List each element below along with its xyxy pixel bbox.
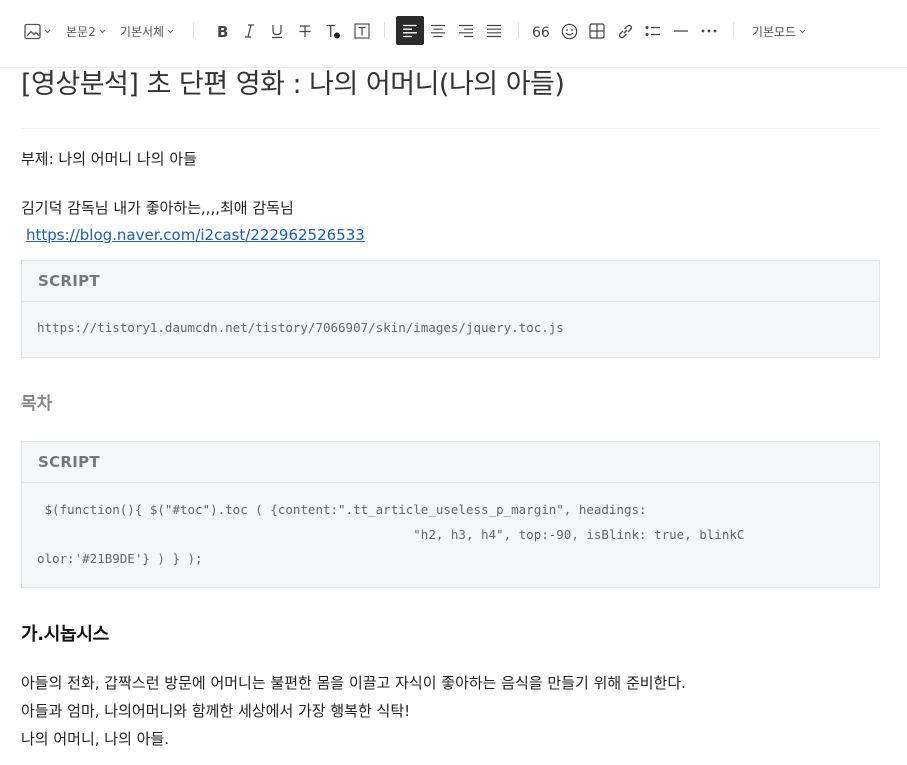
svg-text:66: 66 [532,25,550,38]
chevron-down-icon [99,29,106,33]
synopsis-line[interactable]: 나의 어머니, 나의 아들. [21,728,169,749]
align-left-button[interactable] [396,16,424,45]
italic-button[interactable] [238,17,262,45]
bold-icon: B [217,23,228,39]
toolbar-divider [518,22,519,38]
align-justify-icon [487,24,501,38]
toolbar-divider [384,22,385,38]
more-dots-icon [701,29,717,33]
chevron-down-icon [799,29,806,33]
underline-icon [272,25,282,39]
underline-button[interactable] [265,17,289,45]
script-block-header: SCRIPT [22,442,879,483]
quote-icon: 66 [532,25,550,38]
paragraph-style-dropdown[interactable]: 본문2 [64,17,108,45]
svg-text:B: B [217,23,228,39]
text-color-button[interactable] [321,17,345,45]
synopsis-line[interactable]: 아들과 엄마, 나의어머니와 함께한 세상에서 가장 행복한 식탁! [21,700,410,721]
align-right-icon [459,24,473,38]
horizontal-line-icon [674,30,688,32]
italic-icon [245,24,254,38]
align-center-button[interactable] [426,17,450,45]
align-right-button[interactable] [454,17,478,45]
script-block-code: $(function(){ $("#toc").toc ( {content:"… [22,483,879,572]
table-button[interactable] [585,17,609,45]
script-block-code: https://tistory1.daumcdn.net/tistory/706… [22,302,879,341]
editor-mode-dropdown[interactable]: 기본모드 [750,17,808,45]
paragraph-style-label: 본문2 [66,24,96,39]
more-button[interactable] [697,17,721,45]
intro-paragraph[interactable]: 김기덕 감독님 내가 좋아하는,,,,최애 감독님 [21,197,294,218]
toolbar-divider [193,22,194,38]
script-block-1[interactable]: SCRIPT https://tistory1.daumcdn.net/tist… [21,260,880,358]
strikethrough-button[interactable] [293,17,317,45]
list-button[interactable] [641,17,665,45]
font-label: 기본서체 [119,24,165,39]
emoticon-button[interactable] [557,17,581,45]
chevron-down-icon [167,29,174,33]
text-background-button[interactable] [350,17,374,45]
section-heading: 가.시놉시스 [21,624,109,645]
editor-mode-label: 기본모드 [751,24,797,39]
toc-label: 목차 [21,394,53,414]
text-color-icon [326,24,340,39]
code-line: olor:'#21B9DE'} ) } ); [37,551,203,566]
align-left-icon [403,24,417,37]
code-line: "h2, h3, h4", top:-90, isBlink: true, bl… [37,526,745,542]
script-block-header: SCRIPT [22,261,879,302]
bulleted-list-icon [645,26,660,36]
smiley-icon [561,23,577,39]
bold-button[interactable]: B [210,17,234,45]
title-divider [21,128,880,129]
table-icon [589,23,605,39]
quote-button[interactable]: 66 [529,17,553,45]
image-insert-button[interactable] [22,17,52,45]
text-background-icon [354,23,370,39]
align-center-icon [431,24,445,38]
editor-toolbar: 본문2 기본서체 B 66 기본모드 [0,0,907,68]
code-line: https://tistory1.daumcdn.net/tistory/706… [37,320,564,335]
synopsis-line[interactable]: 아들의 전화, 갑짝스런 방문에 어머니는 불편한 몸을 이끌고 자식이 좋아하… [21,672,686,693]
subtitle-paragraph[interactable]: 부제: 나의 어머니 나의 아들 [21,148,197,169]
script-block-2[interactable]: SCRIPT $(function(){ $("#toc").toc ( {co… [21,441,880,588]
toolbar-divider [733,22,734,38]
link-icon [618,24,632,38]
strikethrough-icon [299,25,311,37]
horizontal-line-button[interactable] [669,17,693,45]
code-line: $(function(){ $("#toc").toc ( {content:"… [37,502,647,517]
image-icon [23,23,41,39]
link-button[interactable] [613,17,637,45]
chevron-down-icon [44,29,50,33]
blog-link[interactable]: https://blog.naver.com/i2cast/2229625265… [26,226,365,244]
font-dropdown[interactable]: 기본서체 [118,17,176,45]
align-justify-button[interactable] [482,17,506,45]
post-title-input[interactable]: [영상분석] 초 단편 영화 : 나의 어머니(나의 아들) [21,62,565,101]
